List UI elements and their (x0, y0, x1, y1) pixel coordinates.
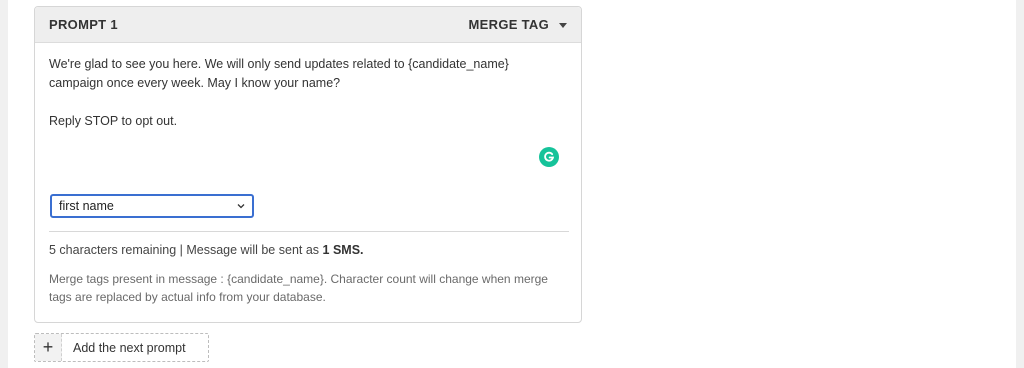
merge-tags-note: Merge tags present in message : {candida… (49, 272, 548, 304)
merge-tag-label: MERGE TAG (468, 17, 549, 32)
prompt-card: PROMPT 1 MERGE TAG We're glad to see you… (34, 6, 582, 323)
divider (49, 231, 569, 232)
caret-down-icon (559, 23, 567, 28)
merge-field-select[interactable]: first name (50, 194, 254, 218)
character-count: 5 characters remaining | Message will be… (49, 243, 364, 257)
plus-icon: + (35, 334, 62, 361)
merge-tag-dropdown[interactable]: MERGE TAG (469, 17, 567, 32)
add-next-prompt-label: Add the next prompt (73, 340, 186, 355)
chevron-down-icon (237, 204, 245, 209)
add-next-prompt-button[interactable]: + Add the next prompt (34, 333, 209, 362)
page: PROMPT 1 MERGE TAG We're glad to see you… (8, 0, 1016, 368)
character-count-text: 5 characters remaining | Message will be… (49, 243, 323, 257)
prompt-title: PROMPT 1 (49, 17, 118, 32)
prompt-card-header: PROMPT 1 MERGE TAG (35, 7, 581, 43)
merge-field-select-value: first name (59, 199, 114, 213)
grammarly-icon[interactable] (539, 147, 559, 167)
message-textarea[interactable]: We're glad to see you here. We will only… (49, 55, 549, 131)
sms-count: 1 SMS. (322, 243, 364, 257)
